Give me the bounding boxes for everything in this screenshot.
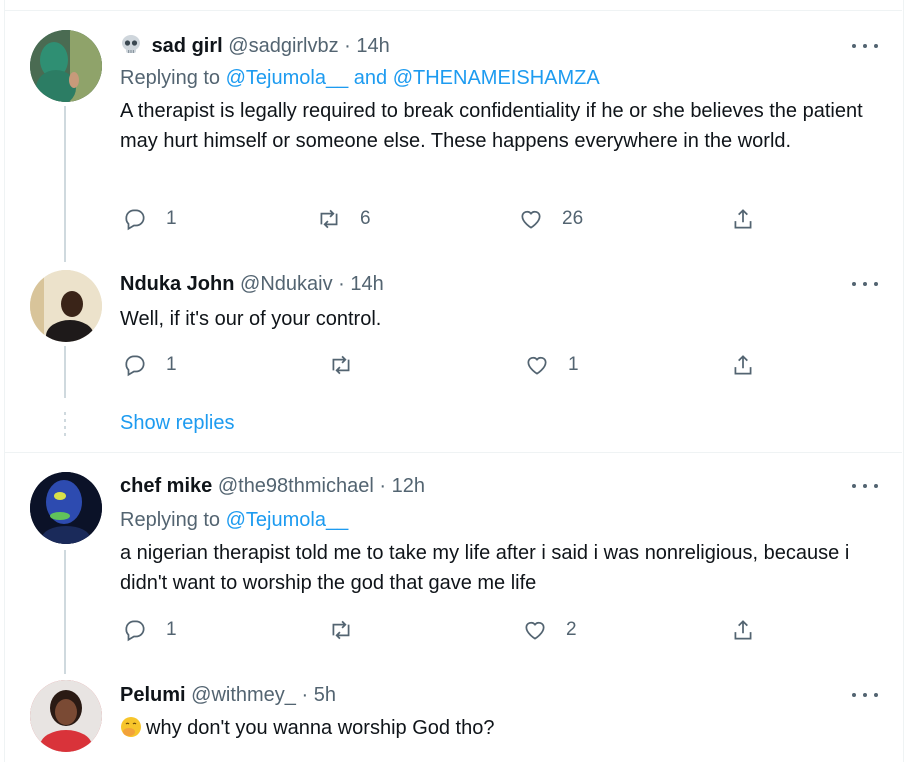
mention-conjunction[interactable]: and: [354, 67, 387, 89]
conversation-divider: [4, 452, 902, 453]
like-count: 26: [562, 208, 584, 229]
share-button[interactable]: [730, 352, 756, 378]
tweet-header: Nduka John @Ndukaiv · 14h: [120, 272, 874, 296]
replying-to: Replying to @Tejumola__: [120, 508, 874, 532]
user-handle[interactable]: @Ndukaiv: [240, 273, 333, 295]
thread-connector: [64, 106, 66, 262]
share-icon: [734, 355, 752, 375]
reply-icon: [125, 355, 145, 377]
user-handle[interactable]: @the98thmichael: [218, 475, 374, 497]
user-handle[interactable]: @withmey_: [191, 684, 296, 706]
like-button[interactable]: 1: [524, 352, 579, 378]
mention-link[interactable]: @Tejumola__: [226, 509, 349, 531]
like-button[interactable]: 2: [522, 617, 577, 643]
reply-count: 1: [166, 208, 177, 229]
retweet-button[interactable]: [328, 352, 372, 378]
reply-button[interactable]: 1: [122, 352, 177, 378]
replying-to-label: Replying to: [120, 509, 221, 531]
share-button[interactable]: [730, 206, 756, 232]
retweet-button[interactable]: [328, 617, 372, 643]
avatar[interactable]: [30, 30, 102, 102]
replying-to: Replying to @Tejumola__ and @THENAMEISHA…: [120, 66, 874, 90]
avatar[interactable]: [30, 680, 102, 752]
avatar-image: [30, 270, 102, 342]
replying-to-label: Replying to: [120, 67, 221, 89]
heart-icon: [521, 210, 541, 229]
retweet-icon: [332, 355, 350, 375]
tweet-header: chef mike @the98thmichael · 12h: [120, 474, 874, 498]
tweet-text-row: why don't you wanna worship God tho?: [120, 713, 874, 743]
separator: ·: [338, 273, 345, 295]
thread-dotted-connector: [64, 412, 66, 438]
more-options-icon[interactable]: [852, 476, 878, 496]
reply-count: 1: [166, 354, 177, 375]
avatar[interactable]: [30, 270, 102, 342]
hand-over-mouth-icon: [120, 716, 142, 738]
share-icon: [734, 620, 752, 640]
share-icon: [734, 209, 752, 229]
more-options-icon[interactable]: [852, 685, 878, 705]
timestamp[interactable]: 12h: [392, 475, 425, 497]
thread-connector: [64, 346, 66, 398]
skull-icon: [120, 34, 142, 56]
retweet-button[interactable]: 6: [316, 206, 371, 232]
timestamp[interactable]: 14h: [356, 35, 389, 57]
reply-count: 1: [166, 619, 177, 640]
display-name[interactable]: Nduka John: [120, 273, 234, 295]
like-count: 1: [568, 354, 579, 375]
tweet-text: Well, if it's our of your control.: [120, 308, 382, 330]
avatar[interactable]: [30, 472, 102, 544]
retweet-icon: [320, 209, 338, 229]
heart-icon: [525, 621, 545, 640]
display-name[interactable]: sad girl: [152, 35, 223, 57]
like-button[interactable]: 26: [518, 206, 583, 232]
tweet-text: why don't you wanna worship God tho?: [146, 717, 495, 739]
reply-icon: [125, 620, 145, 642]
top-divider: [4, 10, 902, 11]
reply-icon: [125, 209, 145, 231]
mention-link[interactable]: @Tejumola__: [226, 67, 349, 89]
reply-button[interactable]: 1: [122, 617, 177, 643]
heart-icon: [527, 356, 547, 375]
tweet-header: Pelumi @withmey_ · 5h: [120, 683, 874, 707]
show-replies-link[interactable]: Show replies: [120, 412, 235, 435]
tweet-header: sad girl @sadgirlvbz · 14h: [120, 34, 874, 58]
timestamp[interactable]: 14h: [350, 273, 383, 295]
more-options-icon[interactable]: [852, 36, 878, 56]
retweet-icon: [332, 620, 350, 640]
share-button[interactable]: [730, 617, 756, 643]
display-name[interactable]: Pelumi: [120, 684, 186, 706]
avatar-image: [30, 472, 102, 544]
tweet-text: a nigerian therapist told me to take my …: [120, 542, 850, 594]
more-options-icon[interactable]: [852, 274, 878, 294]
reply-button[interactable]: 1: [122, 206, 177, 232]
user-handle[interactable]: @sadgirlvbz: [228, 35, 338, 57]
avatar-image: [30, 30, 102, 102]
thread-connector: [64, 550, 66, 674]
separator: ·: [344, 35, 351, 57]
tweet-text: A therapist is legally required to break…: [120, 100, 863, 152]
separator: ·: [379, 475, 387, 497]
display-name[interactable]: chef mike: [120, 475, 212, 497]
timestamp[interactable]: 5h: [314, 684, 336, 706]
retweet-count: 6: [360, 208, 371, 229]
mention-link[interactable]: @THENAMEISHAMZA: [393, 67, 600, 89]
separator: ·: [301, 684, 309, 706]
avatar-image: [30, 680, 102, 752]
like-count: 2: [566, 619, 577, 640]
